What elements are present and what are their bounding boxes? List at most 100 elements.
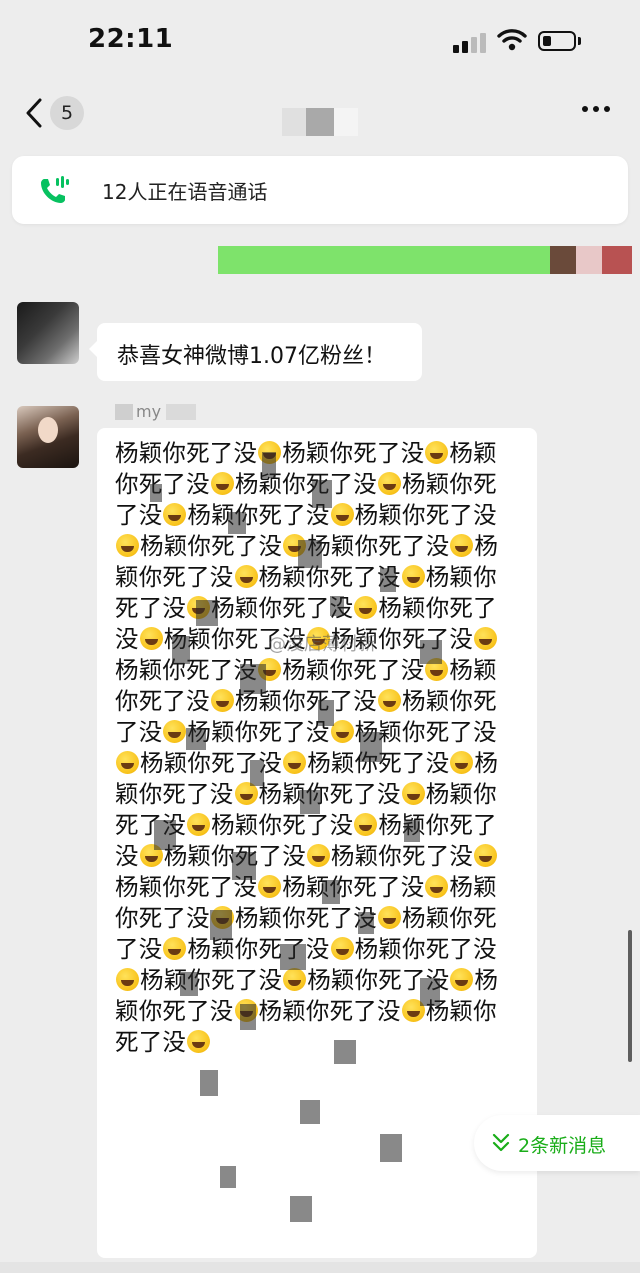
rolling-laugh-emoji — [116, 968, 139, 991]
mosaic-block — [172, 636, 190, 664]
voice-call-text: 12人正在语音通话 — [102, 180, 268, 204]
message-text-segment: 杨颖你死了没 — [140, 966, 283, 994]
sender-name-redacted — [115, 404, 133, 420]
rolling-laugh-emoji — [330, 503, 354, 526]
rolling-laugh-emoji — [378, 472, 402, 495]
message-text-segment: 杨颖你死了没 — [258, 780, 401, 808]
message-text-segment: 杨颖你死了没 — [330, 842, 474, 870]
mosaic-block — [300, 1100, 320, 1124]
unread-count-badge[interactable]: 5 — [50, 96, 84, 130]
message-text-segment: 杨颖你死了没 — [211, 811, 354, 839]
mosaic-block — [228, 512, 246, 534]
status-bar: 22:11 — [0, 0, 640, 86]
rolling-laugh-emoji — [450, 968, 474, 991]
more-dots-icon[interactable] — [582, 106, 612, 116]
rolling-laugh-emoji — [283, 968, 307, 991]
message-text-segment: 杨颖你死了没 — [234, 470, 378, 498]
outgoing-avatar-cropped-2 — [576, 246, 602, 274]
mosaic-block — [240, 1004, 256, 1030]
signal-icon — [453, 33, 487, 53]
rolling-laugh-emoji — [210, 689, 234, 712]
new-messages-button[interactable]: 2条新消息 — [474, 1115, 640, 1171]
rolling-laugh-emoji — [116, 534, 139, 557]
message-text-segment: 杨颖你死了没 — [187, 501, 330, 529]
rolling-laugh-emoji — [163, 720, 187, 743]
rolling-laugh-emoji — [258, 875, 282, 898]
rolling-laugh-emoji — [210, 472, 234, 495]
mosaic-block — [210, 910, 232, 940]
chevron-left-icon[interactable] — [22, 96, 48, 130]
outgoing-avatar-cropped — [550, 246, 576, 274]
message-text-segment: 杨颖你死了没 — [187, 935, 330, 963]
rolling-laugh-emoji — [450, 751, 474, 774]
rolling-laugh-emoji — [401, 782, 425, 805]
rolling-laugh-emoji — [354, 596, 378, 619]
mosaic-block — [150, 484, 162, 502]
mosaic-block — [298, 540, 322, 568]
mosaic-block — [380, 568, 396, 592]
mosaic-block — [380, 1134, 402, 1162]
mosaic-block — [232, 852, 256, 880]
avatar[interactable] — [17, 406, 79, 468]
mosaic-block — [420, 640, 442, 664]
mosaic-block — [404, 820, 420, 842]
scrollbar[interactable] — [628, 930, 632, 1062]
mosaic-block — [330, 596, 344, 616]
rolling-laugh-emoji — [401, 565, 425, 588]
sender-name-redacted-2 — [166, 404, 196, 420]
rolling-laugh-emoji — [163, 503, 187, 526]
avatar[interactable] — [17, 302, 79, 364]
rolling-laugh-emoji — [450, 534, 474, 557]
message-text-segment: 杨颖你死了没 — [258, 997, 401, 1025]
new-messages-label: 2条新消息 — [518, 1135, 607, 1157]
rolling-laugh-emoji — [139, 627, 163, 650]
wifi-icon — [497, 29, 527, 51]
mosaic-block — [154, 820, 176, 850]
rolling-laugh-emoji — [474, 844, 498, 867]
mosaic-block — [322, 880, 340, 904]
message-text-segment: 杨颖你死了没 — [234, 904, 378, 932]
watermark: @没店薄村新 — [268, 634, 376, 655]
battery-icon — [538, 31, 576, 51]
message-text-segment: 杨颖你死了没 — [282, 656, 425, 684]
message-text-segment: 杨颖你死了没 — [282, 439, 425, 467]
rolling-laugh-emoji — [187, 813, 211, 836]
rolling-laugh-emoji — [116, 751, 139, 774]
outgoing-bubble-cropped — [218, 246, 550, 274]
rolling-laugh-emoji — [425, 875, 449, 898]
mosaic-block — [200, 1070, 218, 1096]
outgoing-avatar-cropped-3 — [602, 246, 632, 274]
double-chevron-down-icon — [492, 1133, 510, 1152]
message-text-segment: 杨颖你死了没 — [354, 935, 497, 963]
message-text-segment: 杨颖你死了没 — [140, 532, 283, 560]
input-bar-edge — [0, 1262, 640, 1273]
rolling-laugh-emoji — [234, 565, 258, 588]
rolling-laugh-emoji — [306, 844, 330, 867]
sender-name: my — [136, 402, 162, 421]
mosaic-block — [312, 480, 332, 508]
mosaic-block — [290, 1196, 312, 1222]
rolling-laugh-emoji — [163, 937, 187, 960]
message-bubble[interactable]: 恭喜女神微博1.07亿粉丝！ — [89, 323, 422, 381]
message-text-segment: 杨颖你死了没 — [307, 532, 450, 560]
rolling-laugh-emoji — [330, 720, 354, 743]
message-text-segment: 杨颖你死了没 — [115, 439, 258, 467]
mosaic-block — [334, 1040, 356, 1064]
message-text-segment: 杨颖你死了没 — [187, 718, 330, 746]
rolling-laugh-emoji — [425, 441, 449, 464]
status-time: 22:11 — [88, 24, 174, 54]
rolling-laugh-emoji — [283, 751, 307, 774]
message-text-segment: 杨颖你死了没 — [354, 501, 497, 529]
mosaic-block — [180, 972, 198, 996]
battery-tip — [578, 37, 581, 45]
mosaic-block — [262, 452, 276, 478]
voice-call-icon — [41, 176, 69, 203]
message-text: 恭喜女神微博1.07亿粉丝！ — [117, 344, 386, 369]
mosaic-block — [358, 912, 374, 934]
mosaic-block — [220, 1166, 236, 1188]
message-text: 杨颖你死了没 杨颖你死了没 杨颖你死了没 杨颖你死了没 杨颖你死了没 杨颖你死了没 杨颖你死… — [115, 438, 519, 1058]
chat-title-redacted — [282, 108, 358, 136]
voice-call-banner[interactable]: 12人正在语音通话 — [12, 156, 628, 224]
mosaic-block — [186, 728, 206, 750]
rolling-laugh-emoji — [378, 906, 402, 929]
